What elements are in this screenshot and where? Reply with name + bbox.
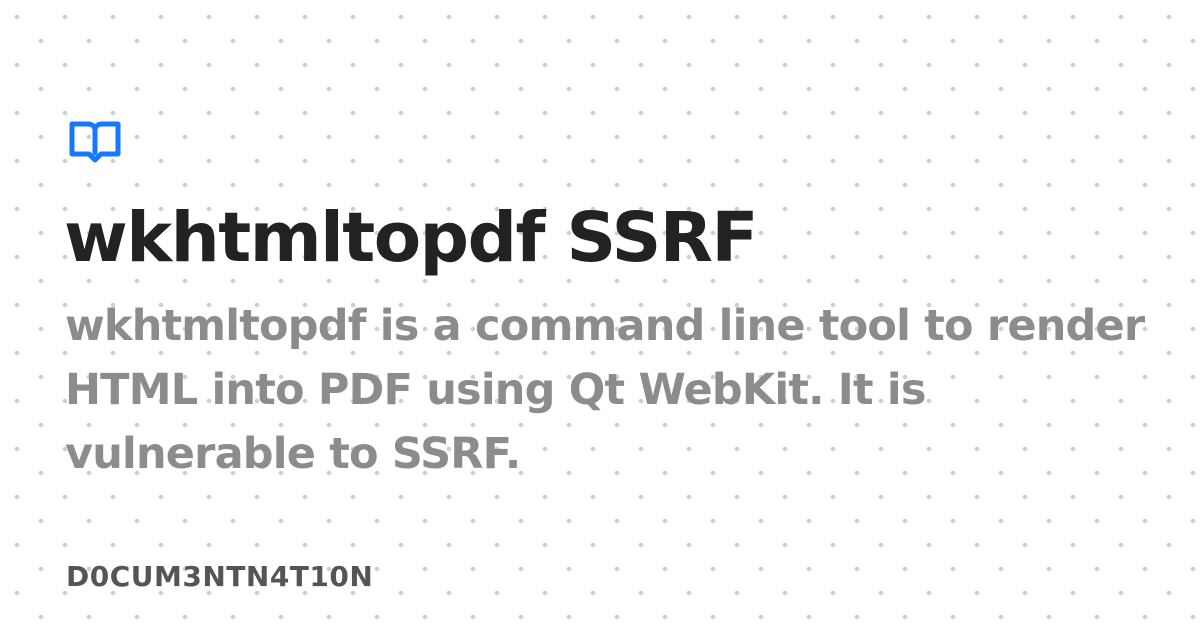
page-title: wkhtmltopdf SSRF — [64, 198, 759, 278]
page-description: wkhtmltopdf is a command line tool to re… — [65, 301, 1145, 479]
site-name: D0CUM3NTN4T10N — [66, 560, 374, 593]
open-book-icon — [69, 121, 121, 163]
